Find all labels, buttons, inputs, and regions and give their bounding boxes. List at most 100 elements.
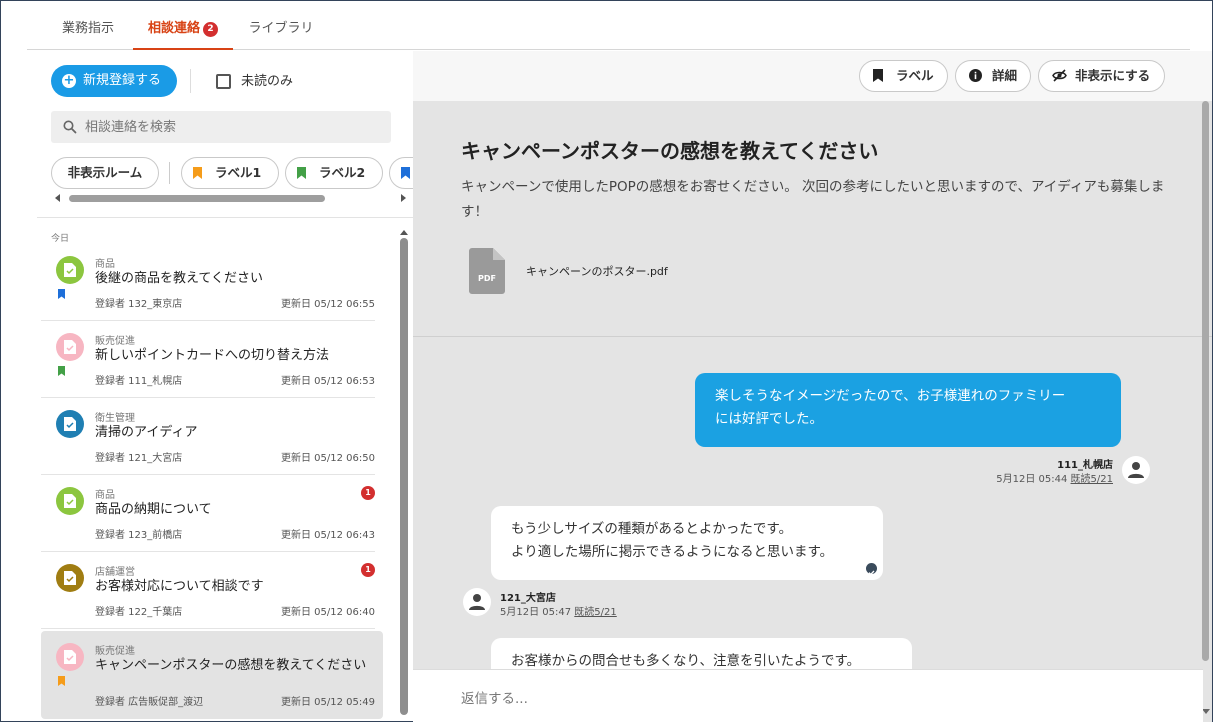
item-category: 商品 — [95, 490, 115, 501]
scroll-down-arrow-icon[interactable] — [1202, 709, 1210, 714]
document-icon — [64, 263, 76, 277]
scroll-up-arrow-icon[interactable] — [400, 230, 408, 235]
item-updated: 更新日 05/12 06:55 — [281, 299, 375, 310]
tab-label: 相談連絡 — [147, 21, 200, 36]
item-updated: 更新日 05/12 06:43 — [281, 530, 375, 541]
item-category: 商品 — [95, 259, 115, 270]
item-registrant: 登録者 122_千葉店 — [95, 607, 183, 618]
list-item[interactable]: 1 店舗運営 お客様対応について相談です 登録者 122_千葉店 更新日 05/… — [41, 552, 383, 629]
room-detail-panel: ラベル 詳細 非表示にする キャンペーンポスターの感想を教えてください キャンペ… — [413, 51, 1212, 722]
message-meta: 5月12日 05:44 既読5/21 — [996, 470, 1113, 485]
message-text: 楽しそうなイメージだったので、お子様連れのファミリー — [715, 388, 1066, 404]
detail-button-label: 詳細 — [992, 68, 1018, 83]
unread-only-checkbox[interactable]: 未読のみ — [216, 73, 293, 91]
attachment-name: キャンペーンのポスター.pdf — [526, 265, 668, 278]
search-box — [51, 111, 391, 143]
post-body: キャンペーンで使用したPOPの感想をお寄せください。 次回の参考にしたいと思いま… — [461, 179, 1165, 220]
read-receipt-link[interactable]: 既読5/21 — [574, 607, 616, 618]
list-item[interactable]: 商品 後継の商品を教えてください 登録者 132_東京店 更新日 05/12 0… — [41, 244, 383, 321]
category-avatar — [56, 564, 84, 592]
info-icon — [969, 69, 982, 82]
checkbox-icon — [216, 74, 231, 89]
chip-label3[interactable] — [389, 157, 413, 189]
message-text: には好評でした。 — [715, 411, 823, 427]
item-registrant: 登録者 121_大宮店 — [95, 453, 183, 464]
chip-label2[interactable]: ラベル2 — [285, 157, 383, 189]
reply-box — [413, 669, 1203, 722]
chip-label: ラベル2 — [319, 165, 366, 180]
bookmark-icon — [401, 167, 410, 179]
chip-label: ラベル1 — [215, 165, 262, 180]
category-avatar — [56, 487, 84, 515]
item-updated: 更新日 05/12 05:49 — [281, 697, 375, 708]
plus-icon: + — [62, 73, 76, 88]
divider — [169, 162, 170, 184]
scrollbar-thumb[interactable] — [1202, 101, 1209, 661]
search-input[interactable] — [85, 111, 375, 143]
item-category: 衛生管理 — [95, 413, 135, 424]
item-updated: 更新日 05/12 06:53 — [281, 376, 375, 387]
scrollbar-thumb[interactable] — [400, 238, 408, 715]
top-tabs: 業務指示 相談連絡 2 ライブラリ — [27, 8, 1190, 50]
tab-business-instructions[interactable]: 業務指示 — [53, 8, 123, 50]
category-avatar — [56, 410, 84, 438]
item-title: 清掃のアイディア — [95, 425, 198, 440]
chips-scrollbar[interactable] — [51, 193, 409, 202]
read-receipt-link[interactable]: 既読5/21 — [1071, 474, 1113, 485]
hide-button-label: 非表示にする — [1075, 68, 1151, 83]
pdf-file-icon: PDF — [469, 248, 505, 294]
tab-consultation[interactable]: 相談連絡 2 — [133, 8, 233, 50]
eye-off-icon — [1052, 69, 1067, 82]
bookmark-icon — [297, 167, 306, 179]
item-title: 商品の納期について — [95, 502, 212, 517]
divider — [37, 217, 413, 218]
tab-label: 業務指示 — [61, 21, 114, 36]
category-avatar — [56, 333, 84, 361]
message-text: より適した場所に掲示できるようになると思います。 — [511, 544, 834, 560]
message-author: 111_札幌店 — [1057, 460, 1113, 471]
list-item-selected[interactable]: 販売促進 キャンペーンポスターの感想を教えてください 登録者 広告販促部_渡辺 … — [41, 631, 383, 719]
item-title: お客様対応について相談です — [95, 579, 264, 594]
document-icon — [64, 340, 76, 354]
label-button[interactable]: ラベル — [859, 60, 948, 92]
room-list-panel: + 新規登録する 未読のみ 非表示ルーム ラベル1 ラベル2 今日 — [27, 51, 413, 722]
item-registrant: 登録者 広告販促部_渡辺 — [95, 697, 204, 708]
new-registration-label: 新規登録する — [83, 73, 162, 88]
chip-label1[interactable]: ラベル1 — [181, 157, 279, 189]
section-label-today: 今日 — [51, 234, 70, 244]
label-button-label: ラベル — [896, 68, 934, 83]
category-avatar — [56, 643, 84, 671]
item-title: 新しいポイントカードへの切り替え方法 — [95, 348, 330, 363]
message-time: 5月12日 05:44 — [996, 474, 1068, 485]
bookmark-icon — [58, 289, 65, 299]
divider — [41, 628, 375, 629]
list-item[interactable]: 販売促進 新しいポイントカードへの切り替え方法 登録者 111_札幌店 更新日 … — [41, 321, 383, 398]
item-registrant: 登録者 132_東京店 — [95, 299, 183, 310]
new-registration-button[interactable]: + 新規登録する — [51, 65, 177, 97]
label-filter-chips: 非表示ルーム ラベル1 ラベル2 — [51, 157, 413, 191]
user-icon — [1128, 462, 1144, 478]
list-item[interactable]: 1 商品 商品の納期について 登録者 123_前橋店 更新日 05/12 06:… — [41, 475, 383, 552]
scroll-left-arrow-icon[interactable] — [55, 194, 60, 202]
list-item[interactable]: 衛生管理 清掃のアイディア 登録者 121_大宮店 更新日 05/12 06:5… — [41, 398, 383, 475]
bookmark-icon — [58, 676, 65, 686]
scrollbar-thumb[interactable] — [69, 195, 325, 202]
detail-button[interactable]: 詳細 — [955, 60, 1031, 92]
list-scrollbar[interactable] — [399, 230, 409, 722]
messages-scrollbar[interactable] — [1201, 101, 1211, 722]
item-title: 後継の商品を教えてください — [95, 271, 263, 286]
item-registrant: 登録者 123_前橋店 — [95, 530, 183, 541]
tab-label: ライブラリ — [248, 21, 314, 36]
tab-library[interactable]: ライブラリ — [243, 8, 319, 50]
reply-input[interactable] — [461, 687, 1161, 709]
search-icon — [63, 120, 77, 134]
message-meta: 5月12日 05:47 既読5/21 — [500, 603, 617, 618]
attachment-file[interactable]: PDF キャンペーンのポスター.pdf — [469, 248, 709, 298]
category-avatar — [56, 256, 84, 284]
scroll-right-arrow-icon[interactable] — [401, 194, 406, 202]
message-bubble-incoming: もう少しサイズの種類があるとよかったです。 より適した場所に掲示できるようになる… — [491, 506, 883, 580]
user-icon — [469, 594, 485, 610]
hide-button[interactable]: 非表示にする — [1038, 60, 1165, 92]
chip-hidden-rooms[interactable]: 非表示ルーム — [51, 157, 159, 189]
read-check-icon — [866, 563, 877, 576]
